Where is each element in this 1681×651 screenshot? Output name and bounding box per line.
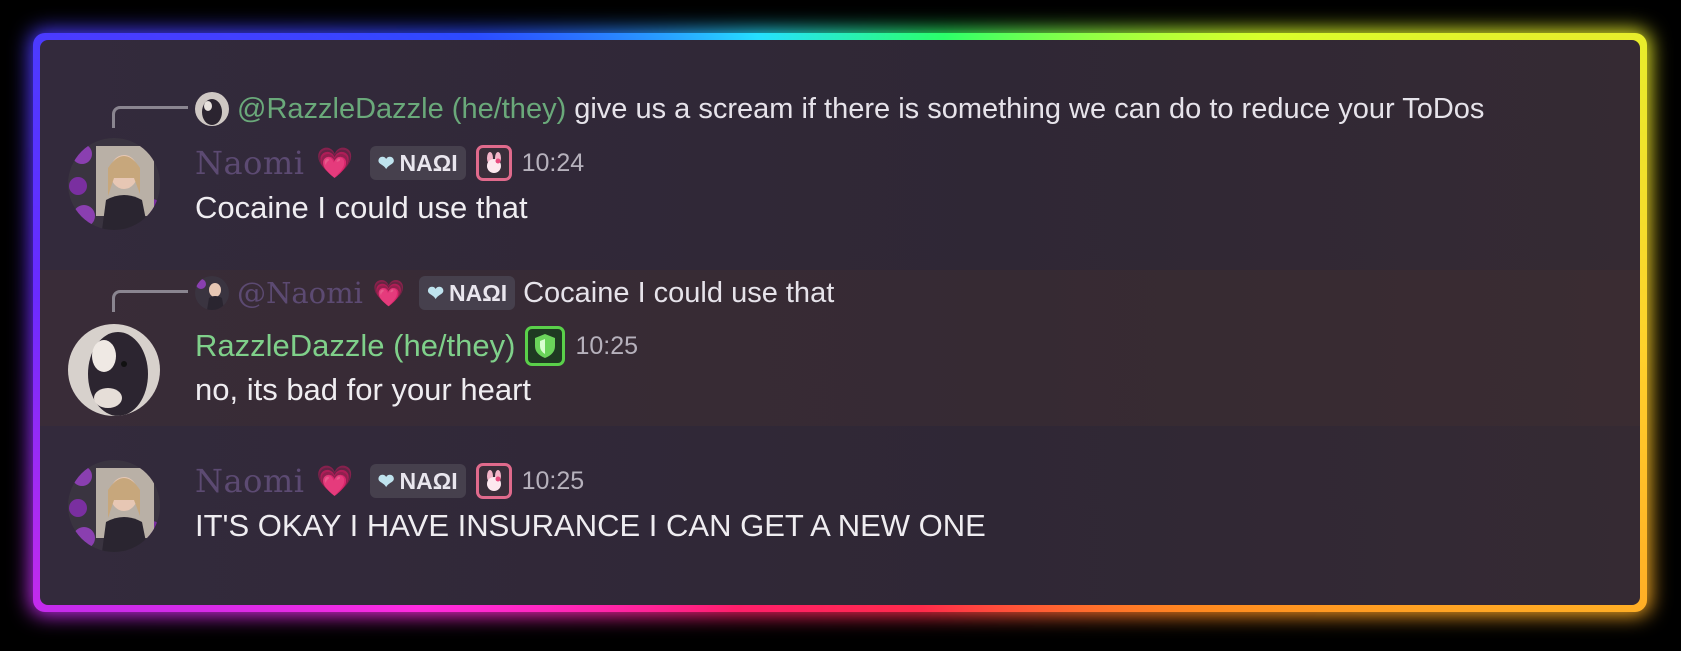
reply-author[interactable]: @RazzleDazzle (he/they) — [237, 93, 566, 126]
heart-crystal-icon: ❤ — [377, 470, 395, 493]
razzle-avatar[interactable] — [68, 324, 160, 416]
message-text: IT'S OKAY I HAVE INSURANCE I CAN GET A N… — [195, 508, 986, 543]
razzle-mini-avatar[interactable] — [195, 92, 229, 126]
heart-icon: 💗 — [316, 464, 354, 498]
reply-preview[interactable]: @RazzleDazzle (he/they) give us a scream… — [195, 92, 1484, 126]
message-3[interactable]: Naomi 💗 ❤ NAΩI 10:25 IT'S OKAY I HAVE IN… — [40, 426, 1640, 605]
reply-connector-icon — [112, 106, 188, 128]
server-tag[interactable]: ❤ NAΩI — [369, 464, 466, 498]
message-header: Naomi 💗 ❤ NAΩI 10:25 — [195, 462, 584, 500]
bunny-role-icon[interactable] — [475, 463, 512, 499]
author-name[interactable]: RazzleDazzle (he/they) — [195, 328, 515, 364]
message-1[interactable]: @RazzleDazzle (he/they) give us a scream… — [40, 40, 1640, 270]
timestamp[interactable]: 10:25 — [575, 332, 638, 361]
heart-crystal-icon: ❤ — [427, 282, 445, 305]
heart-crystal-icon: ❤ — [377, 152, 395, 175]
heart-icon: 💗 — [372, 277, 406, 308]
reply-text: give us a scream if there is something w… — [574, 92, 1485, 125]
message-text: Cocaine I could use that — [195, 190, 528, 225]
shield-role-icon[interactable] — [525, 326, 566, 366]
naomi-mini-avatar[interactable] — [195, 276, 229, 310]
reply-text: Cocaine I could use that — [523, 276, 835, 309]
message-header: Naomi 💗 ❤ NAΩI 10:24 — [195, 144, 584, 182]
chat-panel: @RazzleDazzle (he/they) give us a scream… — [40, 40, 1640, 605]
server-tag-label: NAΩI — [399, 149, 458, 176]
reply-author[interactable]: @Naomi — [237, 276, 363, 310]
timestamp[interactable]: 10:24 — [522, 149, 585, 178]
server-tag-label: NAΩI — [399, 467, 458, 494]
reply-connector-icon — [112, 290, 188, 312]
message-text: no, its bad for your heart — [195, 372, 532, 407]
naomi-avatar[interactable] — [68, 138, 160, 230]
message-header: RazzleDazzle (he/they) 10:25 — [195, 326, 638, 366]
server-tag[interactable]: ❤ NAΩI — [419, 276, 516, 310]
heart-icon: 💗 — [316, 146, 354, 180]
server-tag-label: NAΩI — [449, 279, 508, 306]
server-tag[interactable]: ❤ NAΩI — [369, 146, 466, 180]
author-name[interactable]: Naomi — [195, 462, 304, 500]
timestamp[interactable]: 10:25 — [522, 467, 585, 496]
message-2[interactable]: @Naomi 💗 ❤ NAΩI Cocaine I could use that… — [40, 270, 1640, 426]
naomi-avatar[interactable] — [68, 460, 160, 552]
bunny-role-icon[interactable] — [475, 145, 512, 181]
reply-preview[interactable]: @Naomi 💗 ❤ NAΩI Cocaine I could use that — [195, 276, 834, 310]
author-name[interactable]: Naomi — [195, 144, 304, 182]
